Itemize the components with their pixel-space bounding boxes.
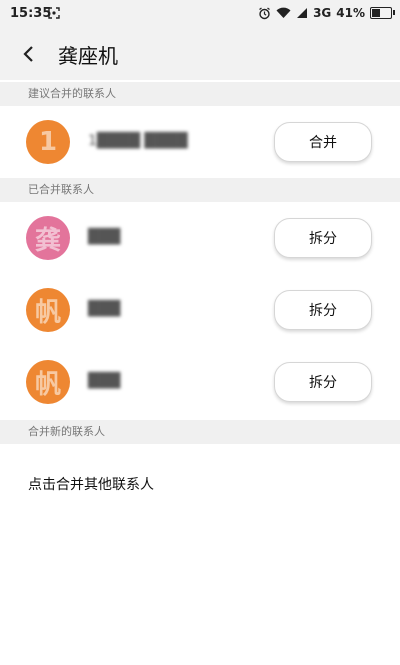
network-type: 3G [313,6,332,20]
back-button[interactable] [12,38,44,70]
merged-contact-row[interactable]: 帆 ███ 拆分 [0,274,400,346]
merge-other-contacts-link[interactable]: 点击合并其他联系人 [28,474,154,494]
battery-icon [370,7,395,19]
avatar: 帆 [26,360,70,404]
page-title: 龚座机 [58,44,118,68]
split-button[interactable]: 拆分 [274,362,372,402]
screenshot-icon [48,7,60,19]
split-button[interactable]: 拆分 [274,218,372,258]
contact-name: ███ [88,373,121,389]
contact-name: ███ [88,229,121,245]
split-button[interactable]: 拆分 [274,290,372,330]
section-header-suggested: 建议合并的联系人 [0,82,400,106]
avatar: 龚 [26,216,70,260]
avatar: 1 [26,120,70,164]
status-time: 15:35 [10,6,52,21]
status-bar: 15:35 3G 41% [0,0,400,28]
back-arrow-icon [23,46,33,62]
signal-icon [297,8,308,18]
contact-name: 1████ ████ [88,133,188,149]
app-bar: 龚座机 [0,28,400,80]
alarm-icon [259,7,270,19]
merged-contact-row[interactable]: 龚 ███ 拆分 [0,202,400,274]
section-header-new: 合并新的联系人 [0,420,400,444]
battery-level [372,9,381,17]
avatar: 帆 [26,288,70,332]
contact-name: ███ [88,301,121,317]
section-header-merged: 已合并联系人 [0,178,400,202]
merged-contact-row[interactable]: 帆 ███ 拆分 [0,346,400,418]
wifi-icon [276,7,291,19]
battery-percent: 41% [336,6,365,20]
suggested-contact-row[interactable]: 1 1████ ████ 合并 [0,106,400,178]
status-indicators: 3G 41% [258,6,395,20]
merge-button[interactable]: 合并 [274,122,372,162]
